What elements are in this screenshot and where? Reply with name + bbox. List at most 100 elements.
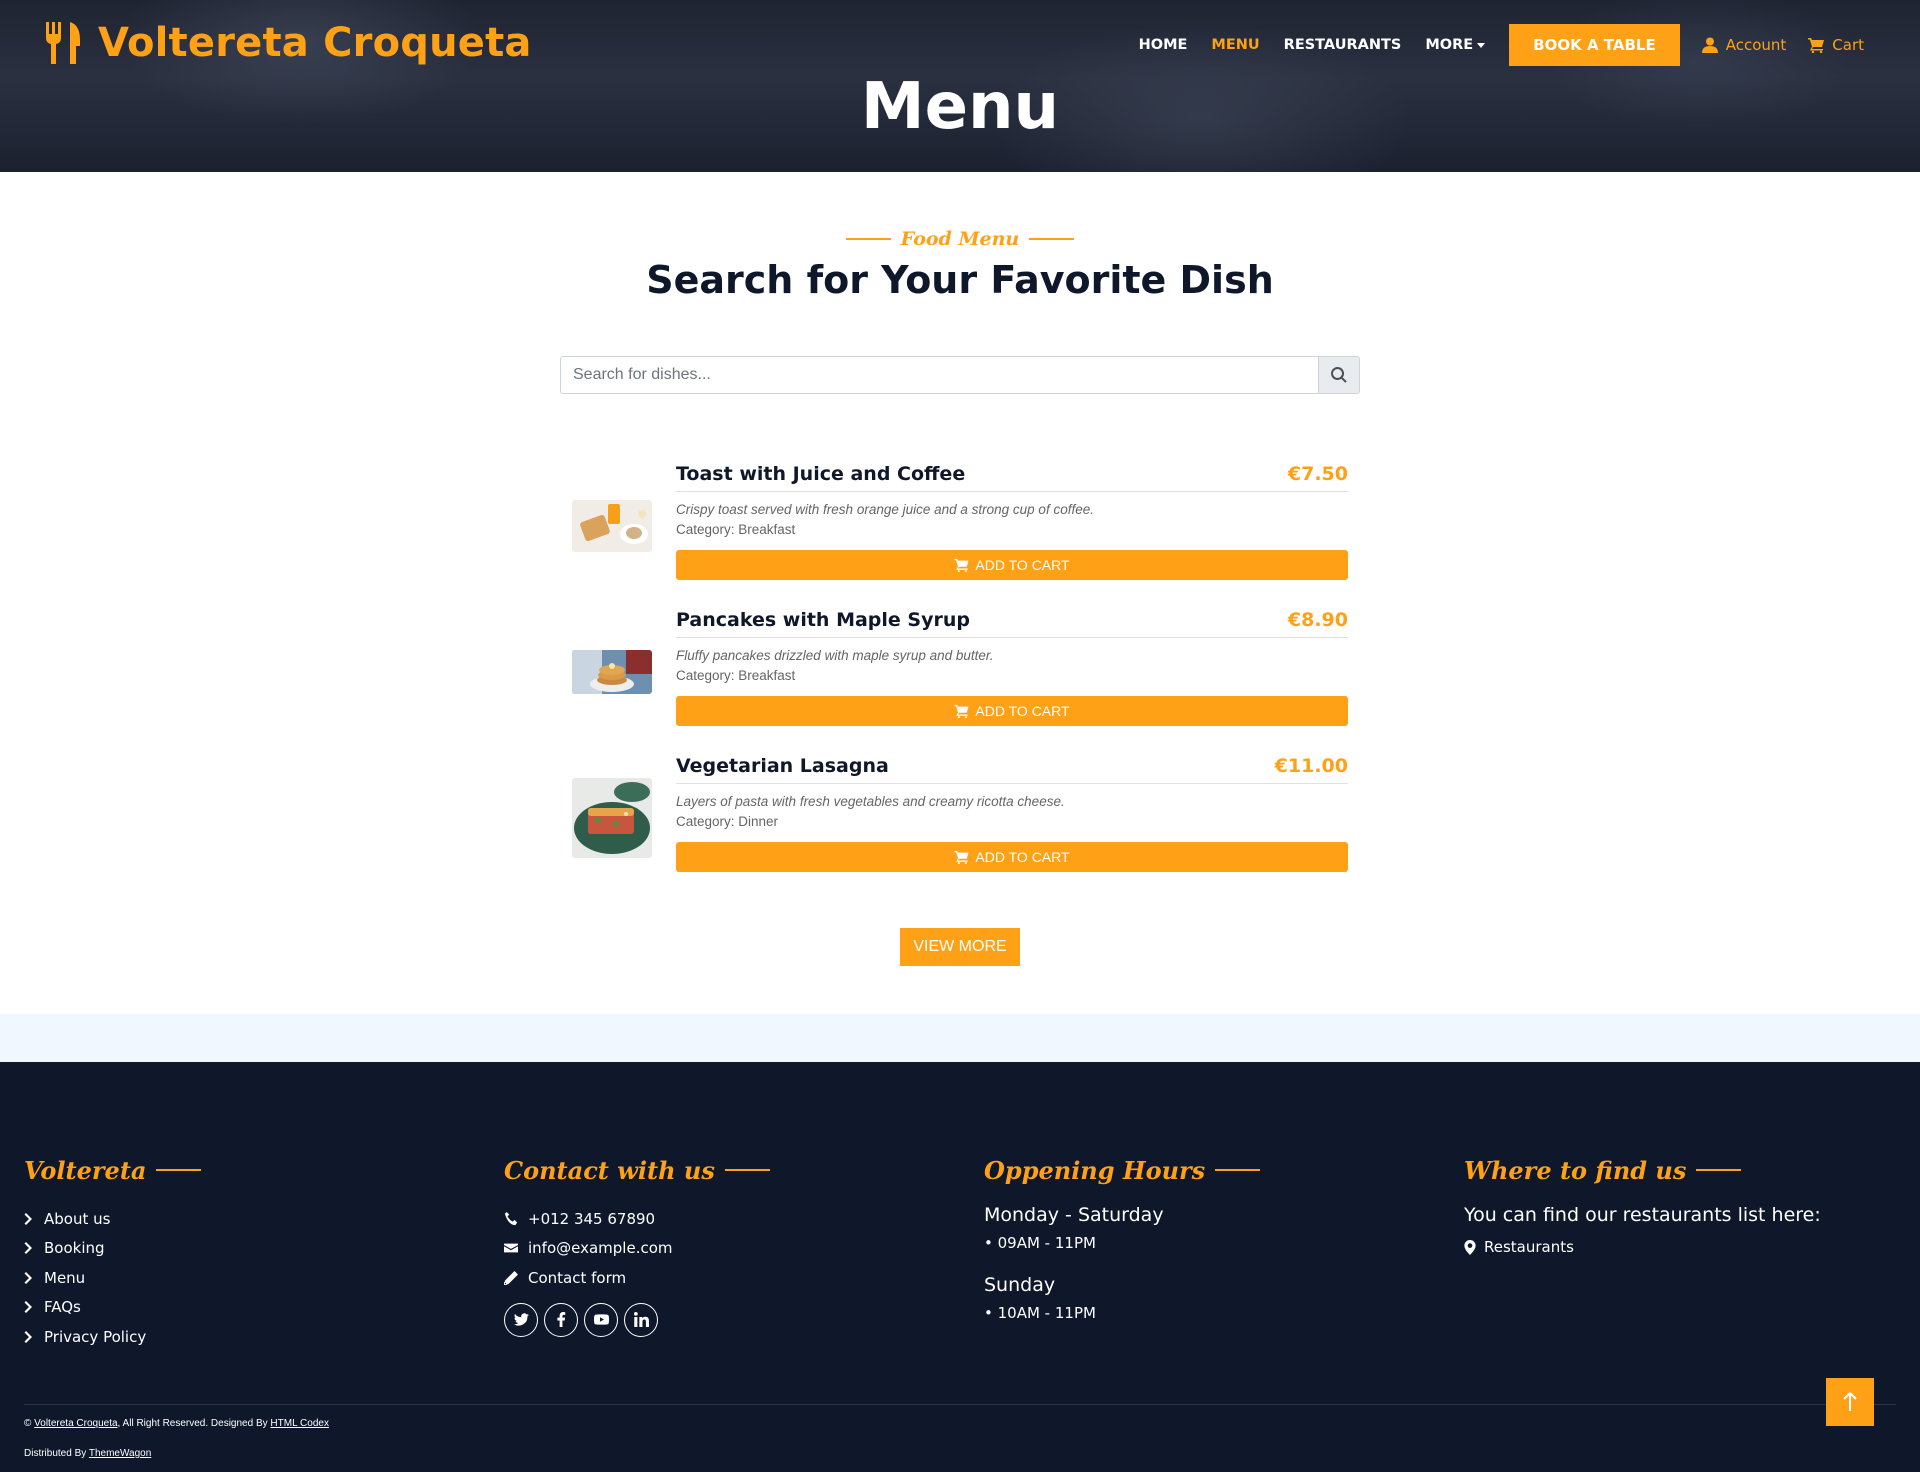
where-text: You can find our restaurants list here: [1464, 1204, 1821, 1226]
dish-image [572, 778, 652, 858]
linkedin-button[interactable] [624, 1302, 658, 1337]
footer-heading: Voltereta [24, 1150, 202, 1190]
brand-logo[interactable]: Voltereta Croqueta [44, 18, 532, 68]
section-subtitle: Food Menu [0, 228, 1920, 250]
utensils-icon [46, 22, 80, 64]
contact-phone[interactable]: +012 345 67890 [504, 1204, 770, 1234]
restaurants-link[interactable]: Restaurants [1464, 1238, 1821, 1256]
facebook-icon [556, 1312, 565, 1327]
add-to-cart-button[interactable]: ADD TO CART [676, 550, 1348, 580]
footer-link-list: About us Booking Menu FAQs Privacy Polic… [24, 1204, 201, 1352]
hero-header: Voltereta Croqueta HOME MENU RESTAURANTS… [0, 0, 1920, 172]
chevron-right-icon [24, 1212, 32, 1225]
brand-name: Voltereta Croqueta [98, 20, 532, 66]
account-label: Account [1725, 36, 1787, 54]
search-input[interactable] [560, 356, 1318, 394]
footer-link-label: Privacy Policy [44, 1327, 147, 1346]
footer-heading: Contact with us [504, 1150, 770, 1190]
contact-form-link[interactable]: Contact form [504, 1263, 770, 1293]
menu-item-title-row: Pancakes with Maple Syrup €8.90 [676, 608, 1348, 638]
account-link[interactable]: Account [1701, 36, 1787, 54]
chevron-right-icon [24, 1242, 32, 1255]
arrow-up-icon [1843, 1392, 1857, 1411]
twitter-button[interactable] [504, 1302, 538, 1337]
twitter-icon [513, 1313, 529, 1326]
menu-item-info: Toast with Juice and Coffee €7.50 Crispy… [676, 462, 1348, 580]
add-to-cart-button[interactable]: ADD TO CART [676, 842, 1348, 872]
heading-line [724, 1169, 770, 1171]
nav-more-label: MORE [1425, 37, 1474, 53]
nav-home[interactable]: HOME [1139, 37, 1188, 53]
dish-category: Category: Breakfast [676, 522, 796, 537]
hours-time-weekdays: • 09AM - 11PM [984, 1234, 1096, 1252]
dish-name: Vegetarian Lasagna [676, 755, 889, 777]
add-to-cart-label: ADD TO CART [975, 557, 1070, 573]
map-marker-icon [1464, 1239, 1476, 1255]
designer-link[interactable]: HTML Codex [270, 1418, 329, 1429]
footer-link-about[interactable]: About us [24, 1204, 201, 1234]
footer-link-label: About us [44, 1209, 111, 1228]
envelope-icon [504, 1243, 518, 1253]
copyright-prefix: © [24, 1418, 35, 1429]
contact-list: +012 345 67890 info@example.com Contact … [504, 1204, 770, 1293]
menu-item: Toast with Juice and Coffee €7.50 Crispy… [572, 462, 1348, 592]
search-button[interactable] [1318, 356, 1360, 394]
footer-divider [24, 1404, 1896, 1405]
subtitle-line-left [845, 238, 891, 240]
copyright-brand-link[interactable]: Voltereta Croqueta [34, 1418, 117, 1429]
menu-item-title-row: Vegetarian Lasagna €11.00 [676, 754, 1348, 784]
footer-link-menu[interactable]: Menu [24, 1263, 201, 1293]
add-to-cart-button[interactable]: ADD TO CART [676, 696, 1348, 726]
linkedin-icon [633, 1312, 649, 1327]
dish-search-bar [560, 356, 1360, 394]
page-title: Menu [860, 70, 1060, 144]
youtube-button[interactable] [584, 1302, 618, 1337]
dish-image [572, 650, 652, 694]
subtitle-line-right [1029, 238, 1075, 240]
pencil-icon [504, 1270, 518, 1285]
dish-price: €7.50 [1287, 463, 1348, 485]
dish-name: Toast with Juice and Coffee [676, 463, 966, 485]
heading-line [1215, 1169, 1261, 1171]
nav-more-dropdown[interactable]: MORE [1425, 37, 1486, 53]
back-to-top-button[interactable] [1826, 1378, 1874, 1426]
contact-phone-text: +012 345 67890 [528, 1209, 656, 1228]
footer-link-faqs[interactable]: FAQs [24, 1293, 201, 1323]
lasagna-image [572, 778, 652, 858]
dish-description: Crispy toast served with fresh orange ju… [676, 502, 1094, 517]
footer-link-label: Booking [44, 1239, 105, 1258]
phone-icon [504, 1211, 518, 1225]
pancakes-image [572, 650, 652, 694]
distributor-link[interactable]: ThemeWagon [89, 1448, 151, 1459]
contact-email[interactable]: info@example.com [504, 1234, 770, 1264]
footer-col-hours: Oppening Hours Monday - Saturday • 09AM … [984, 1150, 1261, 1322]
restaurants-link-label: Restaurants [1484, 1238, 1574, 1256]
footer: Voltereta About us Booking Menu FAQs Pri… [0, 1062, 1920, 1472]
nav-menu[interactable]: MENU [1211, 37, 1259, 53]
dish-price: €11.00 [1274, 755, 1348, 777]
footer-link-privacy[interactable]: Privacy Policy [24, 1322, 201, 1352]
section-heading: Search for Your Favorite Dish [646, 258, 1274, 302]
main-nav: HOME MENU RESTAURANTS MORE BOOK A TABLE … [1115, 24, 1864, 66]
view-more-button[interactable]: VIEW MORE [900, 928, 1020, 966]
hours-day-sunday: Sunday [984, 1274, 1056, 1296]
footer-heading-text: Voltereta [24, 1155, 147, 1185]
dish-category: Category: Breakfast [676, 668, 796, 683]
cart-link[interactable]: Cart [1808, 36, 1864, 54]
footer-col-contact: Contact with us +012 345 67890 info@exam… [504, 1150, 770, 1337]
menu-item-info: Vegetarian Lasagna €11.00 Layers of past… [676, 754, 1348, 872]
nav-restaurants[interactable]: RESTAURANTS [1284, 37, 1402, 53]
footer-col-links: Voltereta About us Booking Menu FAQs Pri… [24, 1150, 202, 1352]
footer-heading: Where to find us [1464, 1150, 1821, 1190]
section-divider-band [0, 1014, 1920, 1062]
dish-description: Layers of pasta with fresh vegetables an… [676, 794, 1065, 809]
dish-price: €8.90 [1287, 609, 1348, 631]
contact-form-text: Contact form [528, 1268, 627, 1287]
footer-link-booking[interactable]: Booking [24, 1234, 201, 1264]
hours-day-weekdays: Monday - Saturday [984, 1204, 1164, 1226]
contact-email-text: info@example.com [528, 1239, 673, 1258]
book-table-button[interactable]: BOOK A TABLE [1509, 24, 1680, 66]
facebook-button[interactable] [544, 1302, 578, 1337]
copyright-middle: , All Right Reserved. Designed By [117, 1418, 271, 1429]
section-subtitle-text: Food Menu [900, 228, 1020, 250]
